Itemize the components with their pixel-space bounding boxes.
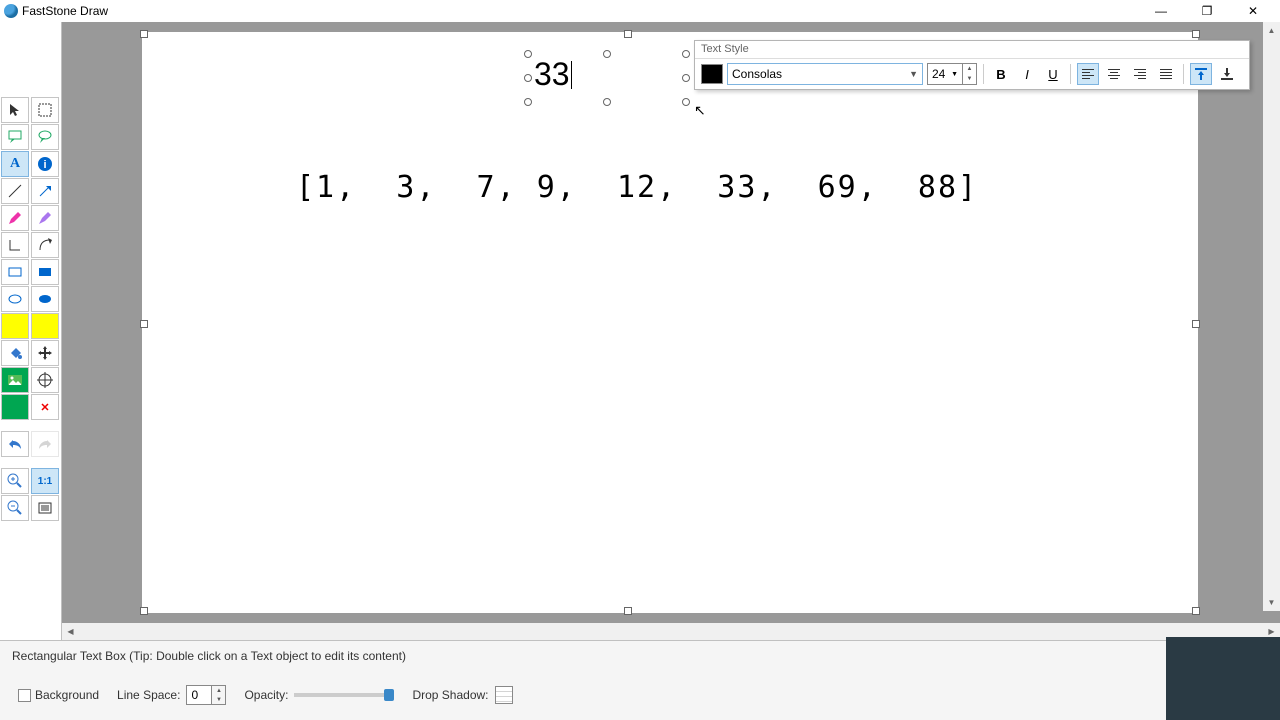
canvas-resize-handle[interactable] (1192, 607, 1200, 615)
valign-top-button[interactable] (1190, 63, 1212, 85)
underline-button[interactable]: U (1042, 63, 1064, 85)
highlighter-tool[interactable] (31, 205, 59, 231)
cursor-icon: ↖ (694, 102, 706, 119)
scroll-up-icon[interactable]: ▲ (1263, 22, 1280, 39)
canvas-resize-handle[interactable] (140, 320, 148, 328)
static-text-object[interactable]: [1, 3, 7, 9, 12, 33, 69, 88] (296, 170, 978, 205)
linespace-input[interactable] (186, 685, 212, 705)
right-angle-tool[interactable] (1, 232, 29, 258)
fit-screen-button[interactable] (31, 495, 59, 521)
close-button[interactable]: ✕ (1230, 0, 1276, 22)
zoom-out-button[interactable] (1, 495, 29, 521)
marquee-tool[interactable] (31, 97, 59, 123)
canvas[interactable]: 33 [1, 3, 7, 9, 12, 33, 69, 88] ↖ (142, 32, 1198, 613)
vertical-scrollbar[interactable]: ▲ ▼ (1263, 22, 1280, 611)
move-tool[interactable] (31, 340, 59, 366)
bottom-options-bar: Rectangular Text Box (Tip: Double click … (0, 640, 1280, 720)
linespace-label: Line Space: (117, 688, 180, 702)
canvas-resize-handle[interactable] (140, 30, 148, 38)
webcam-overlay (1166, 637, 1280, 720)
text-caret (571, 61, 572, 89)
dropshadow-label: Drop Shadow: (412, 688, 488, 702)
canvas-resize-handle[interactable] (1192, 30, 1200, 38)
dropshadow-picker[interactable] (495, 686, 513, 704)
ellipse-filled-tool[interactable] (31, 286, 59, 312)
canvas-area: 33 [1, 3, 7, 9, 12, 33, 69, 88] ↖ ▲ ▼ (62, 22, 1280, 640)
callout-ellipse-tool[interactable] (31, 124, 59, 150)
pencil-tool[interactable] (1, 205, 29, 231)
delete-tool[interactable]: ✕ (31, 394, 59, 420)
italic-button[interactable]: I (1016, 63, 1038, 85)
titlebar: FastStone Draw — ❐ ✕ (0, 0, 1280, 22)
align-right-button[interactable] (1129, 63, 1151, 85)
opacity-label: Opacity: (244, 688, 288, 702)
highlight-rect-tool[interactable] (1, 313, 29, 339)
undo-button[interactable] (1, 431, 29, 457)
resize-handle[interactable] (524, 74, 532, 82)
linespace-spinner[interactable]: ▲▼ (212, 685, 226, 705)
font-family-select[interactable]: Consolas ▼ (727, 63, 923, 85)
canvas-resize-handle[interactable] (624, 30, 632, 38)
callout-rect-tool[interactable] (1, 124, 29, 150)
resize-handle[interactable] (524, 50, 532, 58)
canvas-resize-handle[interactable] (140, 607, 148, 615)
zoom-11-button[interactable]: 1:1 (31, 468, 59, 494)
image-tool[interactable] (1, 367, 29, 393)
select-tool[interactable] (1, 97, 29, 123)
curve-tool[interactable] (31, 232, 59, 258)
canvas-resize-handle[interactable] (1192, 320, 1200, 328)
background-checkbox[interactable]: Background (18, 688, 99, 702)
tool-tip-text: Rectangular Text Box (Tip: Double click … (12, 649, 1272, 663)
text-tool[interactable]: A (1, 151, 29, 177)
rect-filled-tool[interactable] (31, 259, 59, 285)
font-size-value: 24 (932, 67, 945, 81)
resize-handle[interactable] (603, 98, 611, 106)
scroll-down-icon[interactable]: ▼ (1263, 594, 1280, 611)
minimize-button[interactable]: — (1138, 0, 1184, 22)
chevron-down-icon: ▼ (951, 71, 958, 78)
align-justify-button[interactable] (1155, 63, 1177, 85)
align-center-button[interactable] (1103, 63, 1125, 85)
opacity-slider[interactable] (294, 693, 394, 697)
resize-handle[interactable] (682, 50, 690, 58)
font-size-spinner[interactable]: ▲▼ (963, 63, 977, 85)
app-icon (4, 4, 18, 18)
font-color-swatch[interactable] (701, 64, 723, 84)
svg-text:i: i (43, 159, 46, 171)
resize-handle[interactable] (682, 74, 690, 82)
text-style-panel[interactable]: Text Style Consolas ▼ 24 ▼ ▲▼ B I U (694, 40, 1250, 90)
chevron-down-icon: ▼ (909, 69, 918, 79)
active-text-box[interactable]: 33 (528, 54, 686, 102)
canvas-resize-handle[interactable] (624, 607, 632, 615)
app-title: FastStone Draw (22, 4, 108, 18)
font-family-value: Consolas (732, 67, 782, 81)
line-tool[interactable] (1, 178, 29, 204)
resize-handle[interactable] (603, 50, 611, 58)
font-size-select[interactable]: 24 ▼ (927, 63, 963, 85)
ellipse-outline-tool[interactable] (1, 286, 29, 312)
active-text-content[interactable]: 33 (534, 56, 570, 93)
zoom-in-button[interactable] (1, 468, 29, 494)
valign-bottom-button[interactable] (1216, 63, 1238, 85)
resize-handle[interactable] (524, 98, 532, 106)
align-left-button[interactable] (1077, 63, 1099, 85)
object-tool[interactable] (1, 394, 29, 420)
text-style-title: Text Style (695, 41, 1249, 59)
redo-button[interactable] (31, 431, 59, 457)
resize-handle[interactable] (682, 98, 690, 106)
horizontal-scrollbar[interactable]: ◀ ▶ (62, 623, 1280, 640)
toolbox: A i (0, 22, 62, 640)
bold-button[interactable]: B (990, 63, 1012, 85)
arrow-tool[interactable] (31, 178, 59, 204)
scroll-left-icon[interactable]: ◀ (62, 623, 79, 640)
info-tool[interactable]: i (31, 151, 59, 177)
fill-tool[interactable] (1, 340, 29, 366)
target-tool[interactable] (31, 367, 59, 393)
opacity-thumb[interactable] (384, 689, 394, 701)
maximize-button[interactable]: ❐ (1184, 0, 1230, 22)
rect-outline-tool[interactable] (1, 259, 29, 285)
highlight-fill-tool[interactable] (31, 313, 59, 339)
